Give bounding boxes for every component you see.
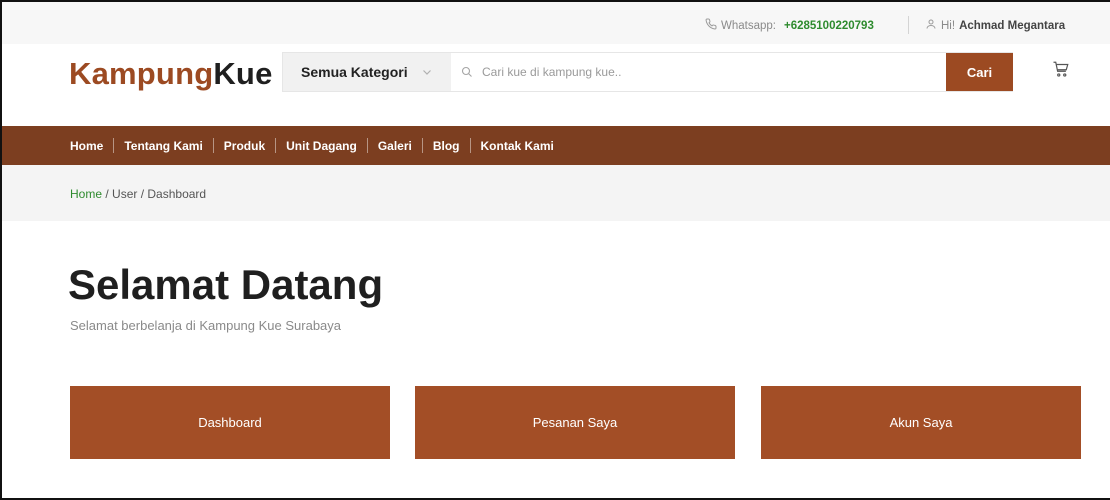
whatsapp-label: Whatsapp:: [721, 19, 776, 32]
breadcrumb-bar: Home / User / Dashboard: [2, 165, 1110, 221]
logo-part-1: Kampung: [69, 56, 214, 91]
topbar-divider: [908, 16, 909, 34]
search-icon: [461, 66, 473, 78]
main-navigation: Home Tentang Kami Produk Unit Dagang Gal…: [2, 126, 1110, 165]
top-bar: Whatsapp: +6285100220793 Hi! Achmad Mega…: [2, 2, 1110, 44]
category-dropdown[interactable]: Semua Kategori: [283, 53, 451, 91]
chevron-down-icon: [422, 67, 432, 77]
nav-divider: [421, 138, 423, 153]
pesanan-saya-button[interactable]: Pesanan Saya: [415, 386, 735, 459]
header: KampungKue Semua Kategori Cari: [2, 44, 1110, 126]
breadcrumb-current: Dashboard: [147, 187, 207, 201]
logo-part-2: Kue: [213, 56, 273, 91]
nav-divider: [366, 138, 368, 153]
phone-icon: [705, 18, 717, 33]
nav-item-kontak-kami[interactable]: Kontak Kami: [481, 139, 554, 153]
user-greeting[interactable]: Hi! Achmad Megantara: [925, 18, 1065, 33]
breadcrumb-user[interactable]: User: [112, 187, 137, 201]
nav-item-blog[interactable]: Blog: [433, 139, 460, 153]
search-field-wrap: [461, 53, 941, 91]
breadcrumb: Home / User / Dashboard: [70, 187, 206, 201]
search-button[interactable]: Cari: [946, 53, 1013, 91]
category-label: Semua Kategori: [301, 64, 408, 80]
nav-item-galeri[interactable]: Galeri: [378, 139, 412, 153]
site-logo[interactable]: KampungKue: [69, 56, 273, 92]
nav-divider: [212, 138, 214, 153]
greeting-text: Hi!: [941, 19, 956, 32]
nav-item-home[interactable]: Home: [70, 139, 103, 153]
search-input[interactable]: [482, 65, 902, 79]
breadcrumb-home[interactable]: Home: [70, 187, 102, 201]
page-frame: Whatsapp: +6285100220793 Hi! Achmad Mega…: [0, 0, 1110, 500]
user-name[interactable]: Achmad Megantara: [959, 20, 1065, 32]
page-subtitle: Selamat berbelanja di Kampung Kue Suraba…: [70, 318, 342, 333]
breadcrumb-separator: /: [137, 187, 148, 201]
nav-item-tentang-kami[interactable]: Tentang Kami: [124, 139, 202, 153]
search-bar: Semua Kategori Cari: [282, 52, 1013, 92]
nav-item-produk[interactable]: Produk: [224, 139, 265, 153]
user-icon: [925, 18, 937, 33]
akun-saya-button[interactable]: Akun Saya: [761, 386, 1081, 459]
page-title: Selamat Datang: [68, 261, 384, 308]
nav-divider: [113, 138, 115, 153]
nav-item-unit-dagang[interactable]: Unit Dagang: [286, 139, 357, 153]
cart-icon[interactable]: [1052, 60, 1070, 78]
whatsapp-number[interactable]: +6285100220793: [784, 20, 874, 32]
breadcrumb-separator: /: [102, 187, 113, 201]
nav-divider: [469, 138, 471, 153]
dashboard-button[interactable]: Dashboard: [70, 386, 390, 459]
whatsapp-contact[interactable]: Whatsapp: +6285100220793: [705, 18, 874, 33]
nav-divider: [275, 138, 277, 153]
